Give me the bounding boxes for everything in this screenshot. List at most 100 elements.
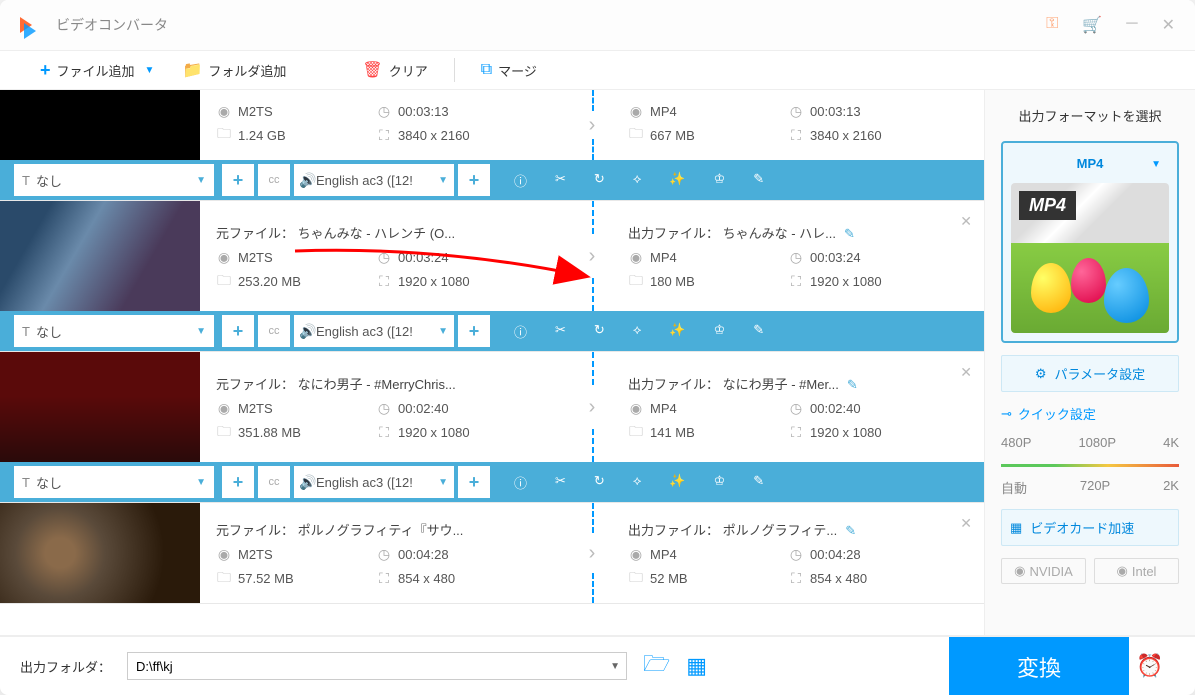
rotate-icon[interactable]: ↻	[594, 171, 605, 190]
disc-icon: ◉	[628, 547, 644, 563]
dimensions-icon: ⛶	[788, 571, 804, 587]
nvidia-badge: ◉NVIDIA	[1001, 558, 1086, 584]
cc-button[interactable]: cc	[258, 466, 290, 498]
crop-icon[interactable]: ⟡	[633, 171, 642, 190]
info-icon[interactable]: ⓘ	[514, 322, 527, 341]
add-file-button[interactable]: + ファイル追加 ▼	[30, 56, 164, 85]
crop-icon[interactable]: ⟡	[633, 322, 642, 341]
video-thumbnail[interactable]	[0, 201, 200, 311]
output-folder-label: 出力フォルダ：	[20, 657, 111, 676]
remove-item-icon[interactable]: ✕	[960, 515, 972, 532]
browse-output-icon[interactable]: ▦	[686, 653, 707, 679]
chevron-right-icon: ›	[589, 114, 596, 137]
subtitle-select[interactable]: Tなし▼	[14, 315, 214, 347]
cut-icon[interactable]: ✂	[555, 322, 566, 341]
list-item[interactable]: ◉M2TS ◷00:03:13 🗀1.24 GB ⛶3840 x 2160 › …	[0, 90, 984, 201]
edit-icon[interactable]: ✎	[753, 171, 764, 190]
effects-icon[interactable]: ✨	[669, 473, 685, 492]
item-toolbar: Tなし▼ + cc 🔊English ac3 ([12!▼ + ⓘ ✂ ↻ ⟡ ✨ ♔ ✎	[0, 462, 984, 502]
merge-button[interactable]: ⧉ マージ	[471, 57, 547, 84]
clear-button[interactable]: 🗑 クリア	[352, 56, 437, 84]
add-subtitle-button[interactable]: +	[222, 315, 254, 347]
audio-track-select[interactable]: 🔊English ac3 ([12!▼	[294, 315, 454, 347]
video-thumbnail[interactable]	[0, 352, 200, 462]
edit-filename-icon[interactable]: ✎	[847, 377, 858, 392]
format-preview-image: MP4	[1011, 183, 1169, 333]
clock-icon: ◷	[376, 103, 392, 119]
info-icon[interactable]: ⓘ	[514, 473, 527, 492]
video-thumbnail[interactable]	[0, 90, 200, 160]
video-thumbnail[interactable]	[0, 503, 200, 603]
edit-filename-icon[interactable]: ✎	[844, 226, 855, 241]
clock-icon: ◷	[376, 250, 392, 266]
disc-icon: ◉	[628, 103, 644, 119]
output-folder-input[interactable]: D:\ff\kj▼	[127, 652, 627, 680]
remove-item-icon[interactable]: ✕	[960, 213, 972, 230]
cut-icon[interactable]: ✂	[555, 171, 566, 190]
cc-button[interactable]: cc	[258, 164, 290, 196]
subtitle-select[interactable]: Tなし▼	[14, 466, 214, 498]
output-filename: 出力ファイル： ちゃんみな - ハレ...✎	[628, 223, 908, 242]
output-info: ✕ 出力ファイル： ポルノグラフィテ...✎ ◉MP4◷00:04:28 🗀52…	[612, 503, 984, 603]
edit-icon[interactable]: ✎	[753, 322, 764, 341]
watermark-icon[interactable]: ♔	[714, 473, 726, 492]
nvidia-icon: ◉	[1014, 563, 1025, 579]
open-folder-icon[interactable]: 🗁	[643, 647, 670, 685]
audio-track-select[interactable]: 🔊English ac3 ([12!▼	[294, 164, 454, 196]
separator	[454, 58, 455, 82]
add-audio-button[interactable]: +	[458, 466, 490, 498]
convert-button[interactable]: 変換	[949, 637, 1129, 695]
toolbar: + ファイル追加 ▼ 📁 フォルダ追加 🗑 クリア ⧉ マージ	[0, 50, 1195, 90]
text-icon: T	[22, 173, 30, 188]
shopping-cart-icon[interactable]: 🛒	[1082, 15, 1102, 35]
cut-icon[interactable]: ✂	[555, 473, 566, 492]
add-subtitle-button[interactable]: +	[222, 466, 254, 498]
add-audio-button[interactable]: +	[458, 164, 490, 196]
source-filename: 元ファイル： ポルノグラフィティ『サウ...	[216, 520, 496, 539]
schedule-icon[interactable]: ⏰	[1125, 653, 1175, 679]
audio-track-select[interactable]: 🔊English ac3 ([12!▼	[294, 466, 454, 498]
edit-filename-icon[interactable]: ✎	[845, 523, 856, 538]
disc-icon: ◉	[628, 401, 644, 417]
add-subtitle-button[interactable]: +	[222, 164, 254, 196]
clock-icon: ◷	[788, 103, 804, 119]
effects-icon[interactable]: ✨	[669, 171, 685, 190]
info-icon[interactable]: ⓘ	[514, 171, 527, 190]
source-info: 元ファイル： ちゃんみな - ハレンチ (O... ◉M2TS ◷00:03:2…	[200, 201, 572, 311]
clock-icon: ◷	[788, 401, 804, 417]
rotate-icon[interactable]: ↻	[594, 473, 605, 492]
output-format-selector[interactable]: MP4▼ MP4	[1001, 141, 1179, 343]
folder-plus-icon: 📁	[182, 60, 202, 80]
add-audio-button[interactable]: +	[458, 315, 490, 347]
chevron-down-icon: ▼	[196, 326, 206, 337]
cc-button[interactable]: cc	[258, 315, 290, 347]
dimensions-icon: ⛶	[376, 425, 392, 441]
text-icon: T	[22, 475, 30, 490]
folder-icon: 🗀	[216, 425, 232, 441]
remove-item-icon[interactable]: ✕	[960, 364, 972, 381]
list-item[interactable]: 元ファイル： ポルノグラフィティ『サウ... ◉M2TS◷00:04:28 🗀5…	[0, 503, 984, 604]
add-folder-button[interactable]: 📁 フォルダ追加	[172, 56, 296, 84]
app-logo-icon	[20, 13, 44, 37]
resolution-slider[interactable]	[1001, 454, 1179, 474]
list-item[interactable]: 元ファイル： ちゃんみな - ハレンチ (O... ◉M2TS ◷00:03:2…	[0, 201, 984, 352]
edit-icon[interactable]: ✎	[753, 473, 764, 492]
watermark-icon[interactable]: ♔	[714, 171, 726, 190]
chevron-down-icon: ▼	[438, 326, 448, 337]
list-item[interactable]: 元ファイル： なにわ男子 - #MerryChris... ◉M2TS◷00:0…	[0, 352, 984, 503]
chevron-right-icon: ›	[589, 542, 596, 565]
output-filename: 出力ファイル： ポルノグラフィテ...✎	[628, 520, 908, 539]
watermark-icon[interactable]: ♔	[714, 322, 726, 341]
hardware-accel-button[interactable]: ▦ビデオカード加速	[1001, 509, 1179, 546]
rotate-icon[interactable]: ↻	[594, 322, 605, 341]
subtitle-select[interactable]: Tなし▼	[14, 164, 214, 196]
parameter-settings-button[interactable]: ⚙パラメータ設定	[1001, 355, 1179, 392]
clock-icon: ◷	[376, 401, 392, 417]
merge-icon: ⧉	[481, 61, 492, 79]
close-icon[interactable]: ✕	[1162, 15, 1175, 35]
license-key-icon[interactable]: ⚿	[1046, 15, 1058, 35]
chevron-down-icon: ▼	[610, 661, 620, 672]
crop-icon[interactable]: ⟡	[633, 473, 642, 492]
effects-icon[interactable]: ✨	[669, 322, 685, 341]
minimize-icon[interactable]: ─	[1126, 15, 1137, 35]
